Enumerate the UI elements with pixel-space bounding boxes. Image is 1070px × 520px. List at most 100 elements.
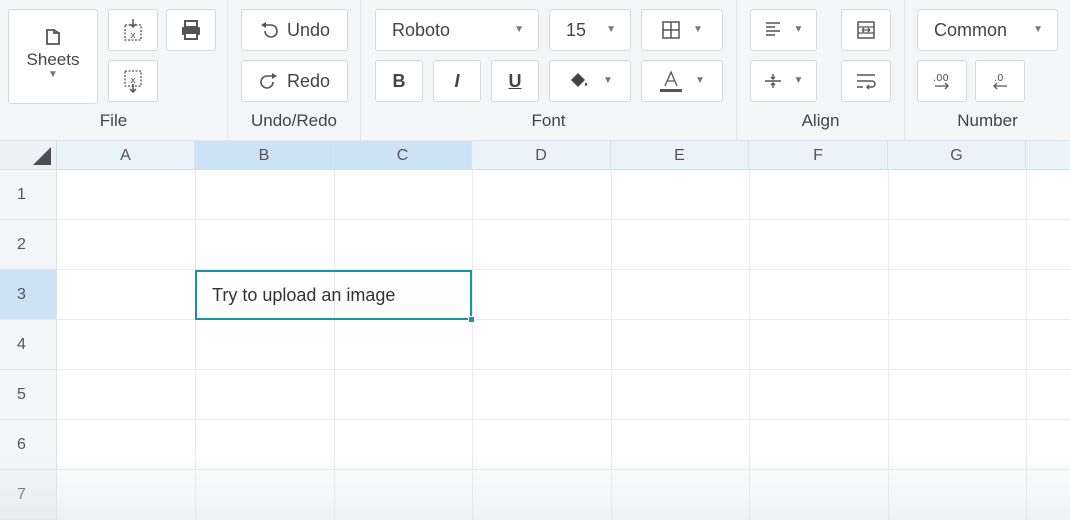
row-header-1[interactable]: 1 [0, 170, 57, 220]
gridline [611, 170, 612, 520]
undo-button[interactable]: Undo [241, 9, 348, 51]
font-size-select[interactable]: 15 ▼ [549, 9, 631, 51]
merge-cells-button[interactable] [841, 9, 891, 51]
fill-handle[interactable] [468, 316, 475, 323]
gridline [57, 419, 1070, 420]
wrap-text-icon [855, 72, 877, 90]
chevron-down-icon: ▼ [514, 24, 524, 35]
number-group-label: Number [957, 111, 1018, 130]
text-color-icon [659, 69, 683, 93]
row-header-4[interactable]: 4 [0, 320, 57, 370]
spreadsheet-grid[interactable]: A B C D E F G 1 2 3 4 5 6 7 Try to uploa… [0, 141, 1070, 520]
chevron-down-icon: ▼ [793, 24, 804, 35]
sheets-icon [44, 28, 62, 46]
increase-decimals-icon: .00 [930, 70, 954, 92]
column-header-f[interactable]: F [749, 141, 888, 170]
gridline [334, 170, 335, 520]
spreadsheet-app: Sheets ▼ x x File Undo Redo Undo/Redo Ro… [0, 0, 1070, 520]
underline-label: U [508, 70, 522, 91]
column-header-overflow [1026, 141, 1070, 170]
select-all-corner[interactable] [0, 141, 57, 170]
merge-cells-icon [856, 20, 876, 40]
row-header-2[interactable]: 2 [0, 220, 57, 270]
wrap-text-button[interactable] [841, 60, 891, 102]
row-header-6[interactable]: 6 [0, 420, 57, 470]
sheets-button[interactable]: Sheets ▼ [8, 9, 98, 104]
font-group-label: Font [531, 111, 566, 130]
file-group: Sheets ▼ x x File [0, 0, 228, 141]
toolbar: Sheets ▼ x x File Undo Redo Undo/Redo Ro… [0, 0, 1070, 141]
cell-selection[interactable] [195, 270, 475, 323]
gridline [472, 170, 473, 520]
undo-label: Undo [286, 19, 331, 40]
chevron-down-icon: ▼ [695, 75, 705, 86]
undo-icon [259, 21, 279, 39]
gridline [57, 369, 1070, 370]
import-excel-icon: x [122, 18, 144, 42]
bold-label: B [392, 70, 406, 91]
redo-button[interactable]: Redo [241, 60, 348, 102]
column-header-a[interactable]: A [57, 141, 195, 170]
export-button[interactable]: x [108, 60, 158, 102]
gridline [57, 469, 1070, 470]
horizontal-align-button[interactable]: ▼ [750, 9, 817, 51]
gridline [57, 219, 1070, 220]
chevron-down-icon: ▼ [603, 75, 613, 86]
align-middle-icon [764, 72, 782, 90]
print-button[interactable] [166, 9, 216, 51]
decrease-decimals-icon: .0 [988, 70, 1012, 92]
bold-button[interactable]: B [375, 60, 423, 102]
chevron-down-icon: ▼ [606, 24, 616, 35]
font-group: Roboto ▼ 15 ▼ ▼ B I U ▼ ▼ Font [361, 0, 737, 141]
font-size-value: 15 [566, 19, 587, 40]
text-color-button[interactable]: ▼ [641, 60, 723, 102]
chevron-down-icon: ▼ [693, 24, 703, 35]
paint-bucket-icon [567, 69, 591, 93]
undo-redo-group-label: Undo/Redo [250, 111, 337, 130]
gridline [195, 170, 196, 520]
row-header-3[interactable]: 3 [0, 270, 57, 320]
chevron-down-icon: ▼ [1033, 24, 1043, 35]
number-group: Common ▼ .00 .0 Number [905, 0, 1070, 141]
chevron-down-icon: ▼ [793, 75, 804, 86]
fill-color-button[interactable]: ▼ [549, 60, 631, 102]
italic-label: I [454, 70, 460, 91]
svg-text:x: x [130, 31, 136, 41]
underline-button[interactable]: U [491, 60, 539, 102]
column-header-c[interactable]: C [334, 141, 472, 170]
align-group: ▼ ▼ Align [737, 0, 905, 141]
column-header-d[interactable]: D [472, 141, 611, 170]
chevron-down-icon: ▼ [48, 69, 58, 80]
row-header-5[interactable]: 5 [0, 370, 57, 420]
decrease-decimals-button[interactable]: .0 [975, 60, 1025, 102]
sheets-label: Sheets [26, 50, 80, 69]
printer-icon [180, 19, 202, 41]
borders-button[interactable]: ▼ [641, 9, 723, 51]
svg-text:.00: .00 [933, 73, 949, 84]
column-header-b[interactable]: B [195, 141, 334, 170]
gridline [1026, 170, 1027, 520]
export-excel-icon: x [122, 69, 144, 93]
number-format-select[interactable]: Common ▼ [917, 9, 1058, 51]
borders-icon [661, 20, 681, 40]
undo-redo-group: Undo Redo Undo/Redo [228, 0, 361, 141]
vertical-align-button[interactable]: ▼ [750, 60, 817, 102]
bottom-fade [0, 450, 1070, 520]
align-group-label: Align [801, 111, 840, 130]
increase-decimals-button[interactable]: .00 [917, 60, 967, 102]
file-group-label: File [99, 111, 128, 130]
gridline [749, 170, 750, 520]
italic-button[interactable]: I [433, 60, 481, 102]
column-header-g[interactable]: G [888, 141, 1026, 170]
row-header-7[interactable]: 7 [0, 470, 57, 520]
align-left-icon [764, 21, 782, 39]
font-family-select[interactable]: Roboto ▼ [375, 9, 539, 51]
column-header-e[interactable]: E [611, 141, 749, 170]
gridline [888, 170, 889, 520]
redo-label: Redo [286, 70, 331, 91]
number-format-value: Common [934, 19, 1008, 40]
redo-icon [259, 72, 279, 90]
import-button[interactable]: x [108, 9, 158, 51]
svg-text:.0: .0 [994, 73, 1004, 84]
font-family-value: Roboto [392, 19, 451, 40]
